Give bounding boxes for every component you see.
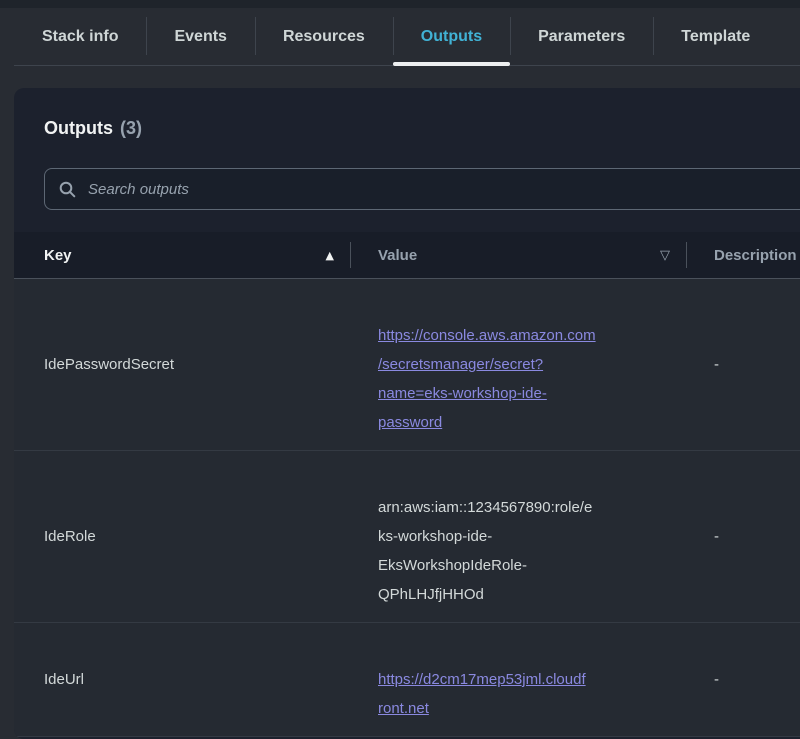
output-key-cell: IdePasswordSecret bbox=[14, 356, 350, 373]
table-row: IdeRole arn:aws:iam::1234567890:role/e k… bbox=[14, 451, 800, 623]
outputs-table: Key ▲ Value ▽ Description IdePasswordSec… bbox=[14, 232, 800, 737]
search-outputs-box[interactable] bbox=[44, 168, 800, 210]
output-value-cell: arn:aws:iam::1234567890:role/e ks-worksh… bbox=[350, 451, 686, 622]
column-header-value[interactable]: Value ▽ bbox=[350, 232, 686, 278]
output-description-cell: - bbox=[686, 528, 800, 545]
output-value-link[interactable]: https://d2cm17mep53jml.cloudf ront.net bbox=[378, 671, 586, 717]
column-header-value-label: Value bbox=[378, 247, 417, 264]
column-header-key[interactable]: Key ▲ bbox=[14, 232, 350, 278]
output-value-cell: https://console.aws.amazon.com /secretsm… bbox=[350, 279, 686, 450]
output-description-cell: - bbox=[686, 356, 800, 373]
search-outputs-input[interactable] bbox=[86, 180, 800, 199]
column-header-description-label: Description bbox=[714, 247, 797, 264]
sort-descending-icon[interactable]: ▽ bbox=[660, 249, 670, 262]
column-header-key-label: Key bbox=[44, 247, 72, 264]
search-icon bbox=[59, 181, 76, 198]
tab-template[interactable]: Template bbox=[653, 8, 778, 65]
output-value-text: arn:aws:iam::1234567890:role/e ks-worksh… bbox=[378, 499, 592, 603]
panel-title: Outputs bbox=[44, 116, 113, 140]
outputs-table-header: Key ▲ Value ▽ Description bbox=[14, 232, 800, 279]
tab-stack-info[interactable]: Stack info bbox=[14, 8, 146, 65]
tab-resources[interactable]: Resources bbox=[255, 8, 393, 65]
outputs-count-badge: (3) bbox=[120, 116, 142, 140]
column-header-description[interactable]: Description bbox=[686, 232, 800, 278]
table-row: IdeUrl https://d2cm17mep53jml.cloudf ron… bbox=[14, 623, 800, 737]
output-value-cell: https://d2cm17mep53jml.cloudf ront.net bbox=[350, 623, 686, 736]
sort-ascending-icon[interactable]: ▲ bbox=[326, 250, 334, 261]
outputs-panel-header: Outputs (3) bbox=[14, 88, 800, 140]
output-value-link[interactable]: https://console.aws.amazon.com /secretsm… bbox=[378, 327, 596, 431]
outputs-panel: Outputs (3) Key ▲ Value ▽ Description bbox=[14, 88, 800, 739]
page-header-edge bbox=[0, 0, 800, 8]
tab-outputs[interactable]: Outputs bbox=[393, 8, 510, 65]
tab-parameters[interactable]: Parameters bbox=[510, 8, 653, 65]
tab-events[interactable]: Events bbox=[146, 8, 254, 65]
table-row: IdePasswordSecret https://console.aws.am… bbox=[14, 279, 800, 451]
output-key-cell: IdeRole bbox=[14, 528, 350, 545]
stack-detail-tabs: Stack info Events Resources Outputs Para… bbox=[14, 8, 800, 66]
